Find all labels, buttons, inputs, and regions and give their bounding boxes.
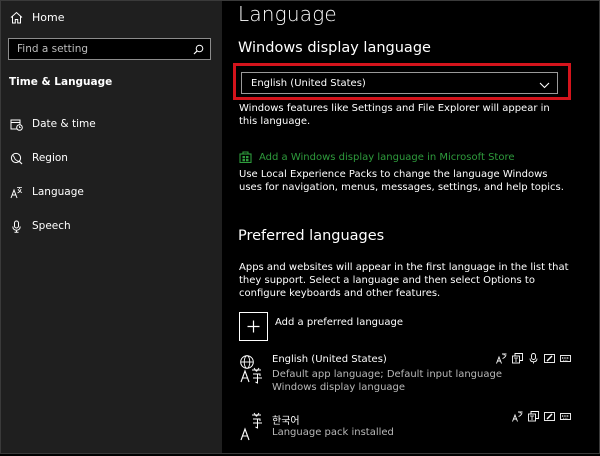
sidebar: Home Find a setting Time & Language Date… — [1, 1, 222, 453]
language-status: Language pack installed — [272, 426, 394, 439]
speech-recognition-icon — [528, 353, 539, 364]
sidebar-item-speech[interactable]: Speech — [9, 217, 71, 235]
preferred-languages-heading: Preferred languages — [238, 228, 385, 244]
language-item-english[interactable]: English (United States) Default app lang… — [239, 353, 579, 398]
plus-icon — [239, 312, 268, 341]
search-placeholder: Find a setting — [17, 43, 89, 55]
store-link[interactable]: Add a Windows display language in Micros… — [239, 148, 515, 167]
add-preferred-language-label: Add a preferred language — [275, 317, 403, 328]
language-icon — [9, 186, 23, 199]
main-content: Language Windows display language Englis… — [222, 0, 598, 454]
page-title: Language — [238, 2, 337, 26]
sidebar-item-label: Region — [32, 152, 68, 164]
language-capabilities — [496, 353, 571, 364]
calendar-clock-icon — [9, 118, 23, 131]
globe-icon — [9, 152, 23, 165]
sidebar-home[interactable]: Home — [9, 8, 64, 26]
keyboard-icon — [560, 411, 571, 422]
language-status-line: Default app language; Default input lang… — [272, 369, 502, 380]
language-pack-icon — [496, 353, 507, 364]
language-item-korean[interactable]: 한국어 Language pack installed — [239, 411, 579, 456]
search-icon[interactable] — [193, 40, 204, 59]
language-name: 한국어 — [272, 416, 300, 427]
section-title: Time & Language — [9, 76, 113, 88]
language-pack-icon — [512, 411, 523, 422]
sidebar-item-label: Language — [32, 186, 84, 198]
store-bag-icon — [239, 148, 252, 167]
search-input[interactable]: Find a setting — [8, 38, 211, 60]
sidebar-item-label: Speech — [32, 220, 71, 232]
text-to-speech-icon — [512, 353, 523, 364]
sidebar-item-region[interactable]: Region — [9, 149, 68, 167]
home-icon — [9, 11, 23, 24]
home-label: Home — [32, 10, 65, 24]
language-glyph-icon — [239, 412, 265, 442]
preferred-languages-description: Apps and websites will appear in the fir… — [239, 262, 569, 299]
handwriting-icon — [544, 411, 555, 422]
handwriting-icon — [544, 353, 555, 364]
language-capabilities — [512, 411, 571, 422]
store-link-label: Add a Windows display language in Micros… — [259, 152, 515, 163]
display-language-heading: Windows display language — [238, 40, 431, 56]
sidebar-item-label: Date & time — [32, 118, 96, 130]
language-glyph-icon — [239, 354, 265, 384]
text-to-speech-icon — [528, 411, 539, 422]
store-description: Use Local Experience Packs to change the… — [239, 169, 564, 193]
highlight-annotation-box — [233, 63, 571, 100]
language-name: English (United States) — [272, 354, 387, 365]
language-status-line: Language pack installed — [272, 427, 394, 438]
add-preferred-language-button[interactable]: Add a preferred language — [239, 312, 403, 341]
microphone-icon — [9, 220, 23, 233]
sidebar-item-language[interactable]: Language — [9, 183, 84, 201]
sidebar-item-date-time[interactable]: Date & time — [9, 115, 96, 133]
language-status: Default app language; Default input lang… — [272, 368, 502, 394]
language-status-line: Windows display language — [272, 382, 406, 393]
display-language-description: Windows features like Settings and File … — [239, 103, 550, 127]
keyboard-icon — [560, 353, 571, 364]
